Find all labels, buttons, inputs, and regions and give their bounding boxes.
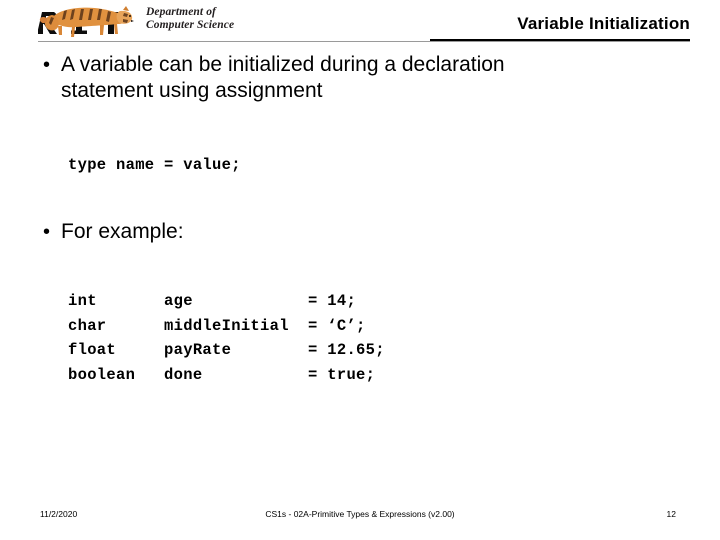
page-title: Variable Initialization: [517, 14, 690, 33]
footer-course-label: CS1s - 02A-Primitive Types & Expressions…: [265, 509, 455, 519]
department-line-1: Department of: [146, 6, 216, 18]
footer-page-number: 12: [666, 509, 676, 519]
department-name: Department of Computer Science: [146, 6, 286, 31]
bullet-marker-icon: •: [43, 221, 51, 243]
header-divider: [38, 41, 690, 42]
bullet-item: • For example:: [39, 219, 439, 245]
bullet-marker-icon: •: [43, 54, 51, 76]
slide-footer: 11/2/2020 CS1s - 02A-Primitive Types & E…: [0, 505, 720, 529]
title-underline: [430, 39, 690, 41]
code-examples-block: int age = 14; char middleInitial = ‘C’; …: [68, 292, 385, 384]
rit-tiger-logo-icon: [37, 2, 143, 38]
rit-logo-block: Department of Computer Science: [37, 2, 288, 38]
slide-header: Department of Computer Science Variable …: [0, 0, 720, 46]
bullet-text: For example:: [61, 220, 184, 243]
bullet-item: • A variable can be initialized during a…: [39, 52, 619, 104]
bullet-text: A variable can be initialized during a d…: [61, 53, 505, 102]
department-line-2: Computer Science: [146, 18, 235, 31]
slide-body: • A variable can be initialized during a…: [0, 46, 720, 496]
code-syntax-line: type name = value;: [68, 156, 241, 174]
